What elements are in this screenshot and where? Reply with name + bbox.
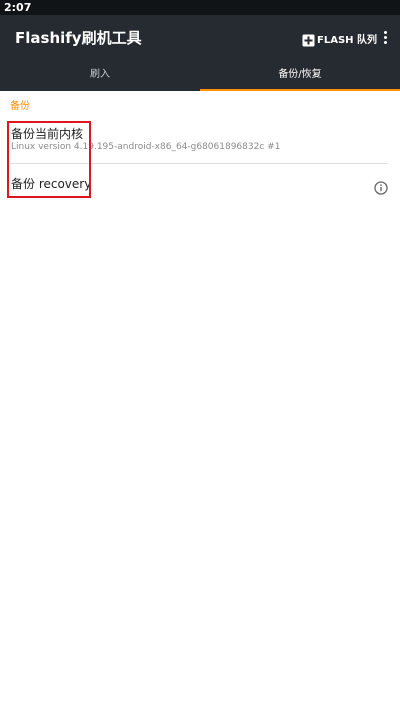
add-box-icon [302,32,315,46]
tab-backup-restore-label: 备份/恢复 [278,69,322,80]
status-bar: 2:07 [0,0,400,15]
info-icon[interactable] [374,180,388,195]
tab-active-indicator [200,89,400,91]
highlight-box [7,121,91,198]
flash-queue-label: FLASH 队列 [317,34,377,46]
tab-backup-restore[interactable]: 备份/恢复 [200,61,400,91]
tab-flash[interactable]: 刷入 [0,61,200,91]
status-time: 2:07 [4,1,32,14]
app-title: Flashify刷机工具 [15,29,142,47]
app-bar: Flashify刷机工具 FLASH 队列 [0,15,400,61]
tab-flash-label: 刷入 [90,69,110,80]
tab-bar: 刷入 备份/恢复 [0,61,400,91]
flash-queue-button[interactable]: FLASH 队列 [302,30,377,46]
section-header-backup: 备份 [10,101,30,112]
more-options-icon[interactable] [380,29,390,47]
